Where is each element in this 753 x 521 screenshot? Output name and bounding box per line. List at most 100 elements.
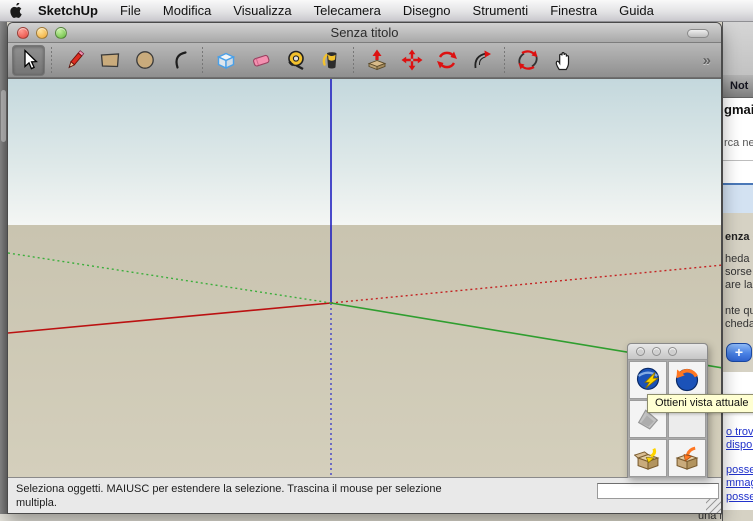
component-cube-icon — [214, 48, 238, 72]
measurement-input[interactable] — [597, 483, 719, 499]
menu-item-guida[interactable]: Guida — [608, 0, 665, 21]
browser-link[interactable]: posse — [726, 464, 753, 476]
palette-close-button[interactable] — [636, 347, 645, 356]
sketchup-window: Senza titolo — [7, 22, 722, 514]
apple-menu[interactable] — [0, 3, 30, 19]
globe-download-icon — [634, 366, 662, 394]
rotate-icon — [435, 48, 459, 72]
share-model-button[interactable] — [668, 439, 706, 477]
browser-logo-text: gmail — [724, 102, 753, 117]
background-window-left-edge — [0, 22, 7, 514]
browser-text-line: nte qu — [725, 305, 753, 317]
follow-me-tool-button[interactable] — [465, 45, 498, 76]
rectangle-tool-button[interactable] — [93, 45, 126, 76]
zoom-button[interactable] — [55, 27, 67, 39]
paint-bucket-tool-button[interactable] — [314, 45, 347, 76]
axes — [8, 79, 721, 477]
browser-link[interactable]: o trova — [726, 426, 753, 438]
status-bar: Seleziona oggetti. MAIUSC per estendere … — [8, 477, 721, 513]
toolbar-overflow-icon[interactable]: » — [703, 52, 711, 69]
select-arrow-icon — [17, 48, 41, 72]
orbit-icon — [516, 48, 540, 72]
tape-measure-tool-button[interactable] — [279, 45, 312, 76]
browser-text-line: sorse c — [725, 266, 753, 278]
eraser-tool-button[interactable] — [244, 45, 277, 76]
menu-item-disegno[interactable]: Disegno — [392, 0, 462, 21]
close-button[interactable] — [17, 27, 29, 39]
palette-zoom-button[interactable] — [668, 347, 677, 356]
rotate-tool-button[interactable] — [430, 45, 463, 76]
menu-item-finestra[interactable]: Finestra — [539, 0, 608, 21]
browser-footer — [723, 510, 753, 521]
globe-upload-icon — [673, 366, 701, 394]
add-button[interactable]: + — [726, 343, 752, 362]
menu-item-modifica[interactable]: Modifica — [152, 0, 222, 21]
toolbar-separator — [504, 47, 505, 73]
circle-icon — [133, 48, 157, 72]
move-tool-button[interactable] — [395, 45, 428, 76]
orbit-tool-button[interactable] — [511, 45, 544, 76]
palette-grid — [628, 360, 707, 478]
eraser-icon — [249, 48, 273, 72]
follow-me-icon — [470, 48, 494, 72]
browser-chrome — [723, 22, 753, 75]
browser-link[interactable]: mmag — [726, 477, 753, 489]
arc-icon — [168, 48, 192, 72]
pan-hand-icon — [551, 48, 575, 72]
toolbar-separator — [202, 47, 203, 73]
toolbar-separator — [353, 47, 354, 73]
browser-link[interactable]: posse — [726, 491, 753, 503]
tape-measure-icon — [284, 48, 308, 72]
traffic-lights — [17, 27, 67, 39]
palette-title-bar[interactable] — [628, 344, 707, 360]
line-tool-button[interactable] — [58, 45, 91, 76]
menu-item-telecamera[interactable]: Telecamera — [303, 0, 392, 21]
green-axis-dotted — [8, 253, 331, 303]
browser-text-line: heda — [725, 253, 749, 265]
push-pull-tool-button[interactable] — [360, 45, 393, 76]
box-download-icon — [634, 444, 662, 472]
logo-text: gmail — [724, 102, 753, 117]
rectangle-icon — [98, 48, 122, 72]
menu-item-sketchup[interactable]: SketchUp — [30, 0, 109, 21]
red-axis-solid — [8, 303, 331, 333]
menu-item-strumenti[interactable]: Strumenti — [462, 0, 540, 21]
palette-minimize-button[interactable] — [652, 347, 661, 356]
red-axis-dotted — [331, 265, 721, 303]
box-upload-icon — [673, 444, 701, 472]
browser-text-line: are la f — [725, 279, 753, 291]
select-tool-button[interactable] — [12, 45, 45, 76]
make-component-tool-button[interactable] — [209, 45, 242, 76]
circle-tool-button[interactable] — [128, 45, 161, 76]
menu-item-file[interactable]: File — [109, 0, 152, 21]
background-page-bottom — [0, 514, 722, 521]
title-bar[interactable]: Senza titolo — [8, 23, 721, 43]
browser-search-text[interactable]: rca ne — [724, 137, 753, 149]
status-message: Seleziona oggetti. MAIUSC per estendere … — [16, 482, 471, 510]
paint-bucket-icon — [319, 48, 343, 72]
tooltip: Ottieni vista attuale — [647, 394, 753, 413]
tool-bar: » — [8, 43, 721, 78]
window-title: Senza titolo — [8, 25, 721, 40]
toolbar-separator — [51, 47, 52, 73]
push-pull-icon — [365, 48, 389, 72]
drawing-canvas[interactable] — [8, 78, 721, 477]
browser-tab[interactable]: Not — [723, 75, 753, 98]
divider — [723, 160, 753, 161]
browser-highlight-box — [723, 183, 753, 213]
move-icon — [400, 48, 424, 72]
scrollbar-thumb[interactable] — [1, 90, 6, 142]
browser-heading: enza G — [725, 231, 753, 243]
menu-item-visualizza[interactable]: Visualizza — [222, 0, 302, 21]
minimize-button[interactable] — [36, 27, 48, 39]
apple-icon — [8, 3, 22, 19]
toolbar-toggle-button[interactable] — [687, 29, 709, 38]
resize-grip[interactable] — [706, 498, 721, 513]
get-models-button[interactable] — [629, 439, 667, 477]
pencil-icon — [63, 48, 87, 72]
arc-tool-button[interactable] — [163, 45, 196, 76]
background-browser-window: Not gmail rca ne enza G heda sorse c are… — [722, 22, 753, 521]
browser-link[interactable]: dispon — [726, 439, 753, 451]
menu-bar: SketchUp File Modifica Visualizza Teleca… — [0, 0, 753, 22]
pan-tool-button[interactable] — [546, 45, 579, 76]
